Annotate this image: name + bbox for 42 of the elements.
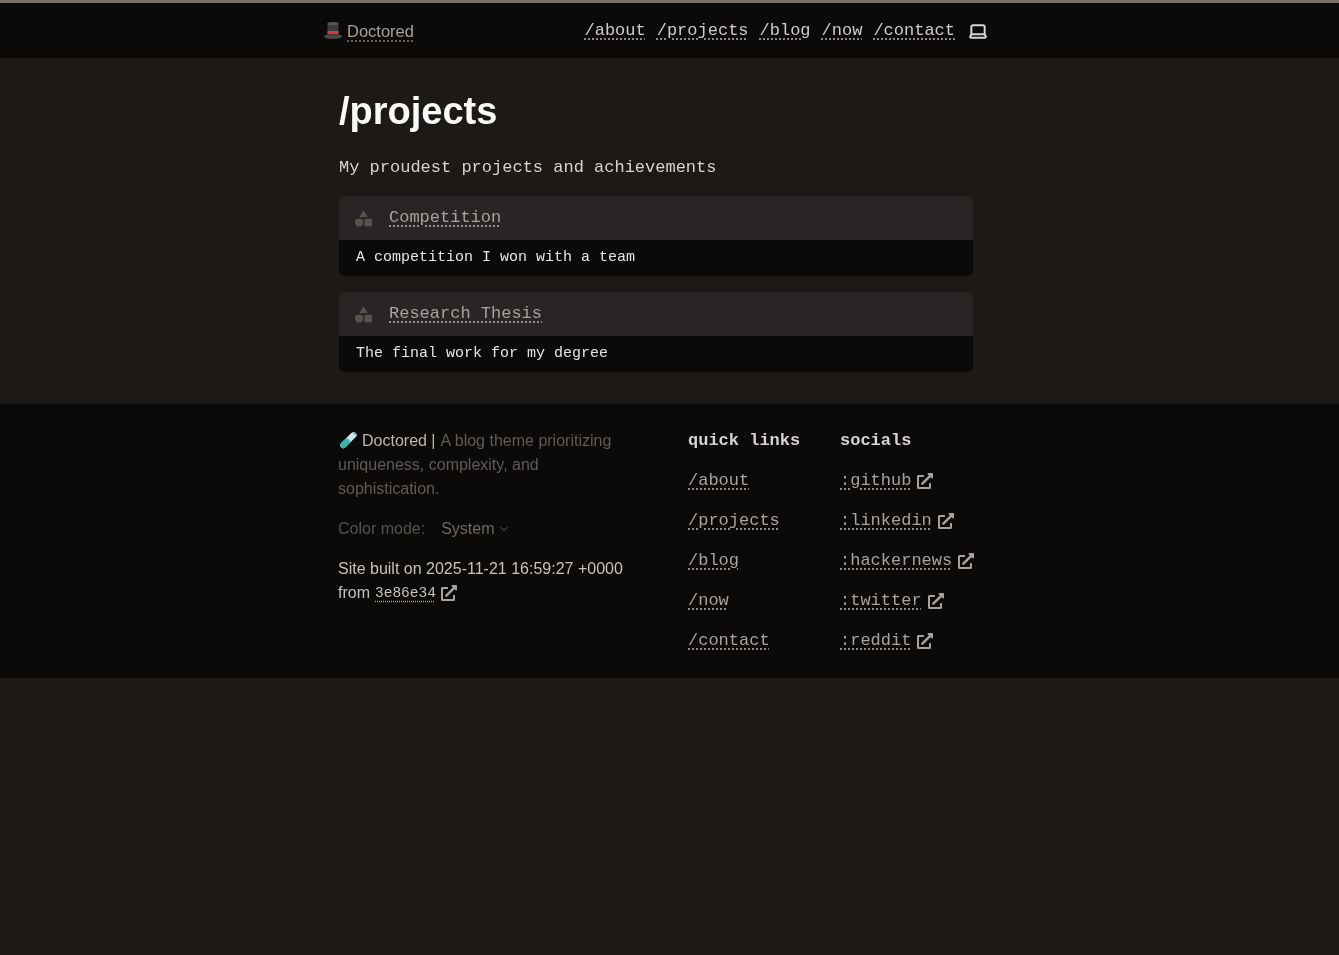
quick-link[interactable]: /blog xyxy=(688,549,739,573)
project-title-link[interactable]: Research Thesis xyxy=(389,303,543,325)
shapes-icon xyxy=(355,305,372,323)
quick-links-heading: quick links xyxy=(688,430,802,452)
social-link[interactable]: :linkedin xyxy=(840,509,932,533)
commit-link[interactable]: 3e86e34 xyxy=(375,581,436,605)
social-link[interactable]: :hackernews xyxy=(840,549,953,573)
external-link-icon xyxy=(927,593,944,609)
nav-link[interactable]: /now xyxy=(821,19,863,42)
nav-link[interactable]: /blog xyxy=(759,19,811,42)
external-link-icon xyxy=(440,585,457,601)
nav-link[interactable]: /contact xyxy=(873,19,955,42)
color-mode-select[interactable]: System xyxy=(441,517,510,541)
quick-link[interactable]: /projects xyxy=(688,509,780,533)
page-title: /projects xyxy=(339,90,499,132)
social-link[interactable]: :twitter xyxy=(840,589,922,613)
external-link-icon xyxy=(937,513,954,529)
color-mode-label: Color mode: xyxy=(338,519,426,539)
top-hat-icon xyxy=(324,22,342,39)
shapes-icon xyxy=(355,209,372,227)
quick-link[interactable]: /contact xyxy=(688,629,770,653)
external-link-icon xyxy=(917,473,934,489)
footer-brand: Doctored | xyxy=(362,431,436,451)
quick-link[interactable]: /about xyxy=(688,469,750,493)
quick-link[interactable]: /now xyxy=(688,589,729,613)
footer-tagline: A blog theme prioritizing xyxy=(440,431,612,451)
nav-link[interactable]: /about xyxy=(584,19,646,42)
footer-tagline: sophistication. xyxy=(338,479,440,499)
socials-heading: socials xyxy=(840,430,913,452)
external-link-icon xyxy=(917,633,934,649)
external-link-icon xyxy=(958,553,975,569)
footer-tagline: uniqueness, complexity, and xyxy=(338,455,539,475)
project-description: A competition I won with a team xyxy=(356,248,636,268)
social-link[interactable]: :reddit xyxy=(840,629,912,653)
site-brand-link[interactable]: Doctored xyxy=(347,19,414,42)
build-from-text: from xyxy=(338,583,370,603)
build-info-text: Site built on 2025-11-21 16:59:27 +0000 xyxy=(338,559,623,579)
project-description: The final work for my degree xyxy=(356,344,609,364)
social-link[interactable]: :github xyxy=(840,469,912,493)
page-subtitle: My proudest projects and achievements xyxy=(339,157,718,179)
project-title-link[interactable]: Competition xyxy=(389,207,502,229)
nav-link[interactable]: /projects xyxy=(656,19,749,42)
